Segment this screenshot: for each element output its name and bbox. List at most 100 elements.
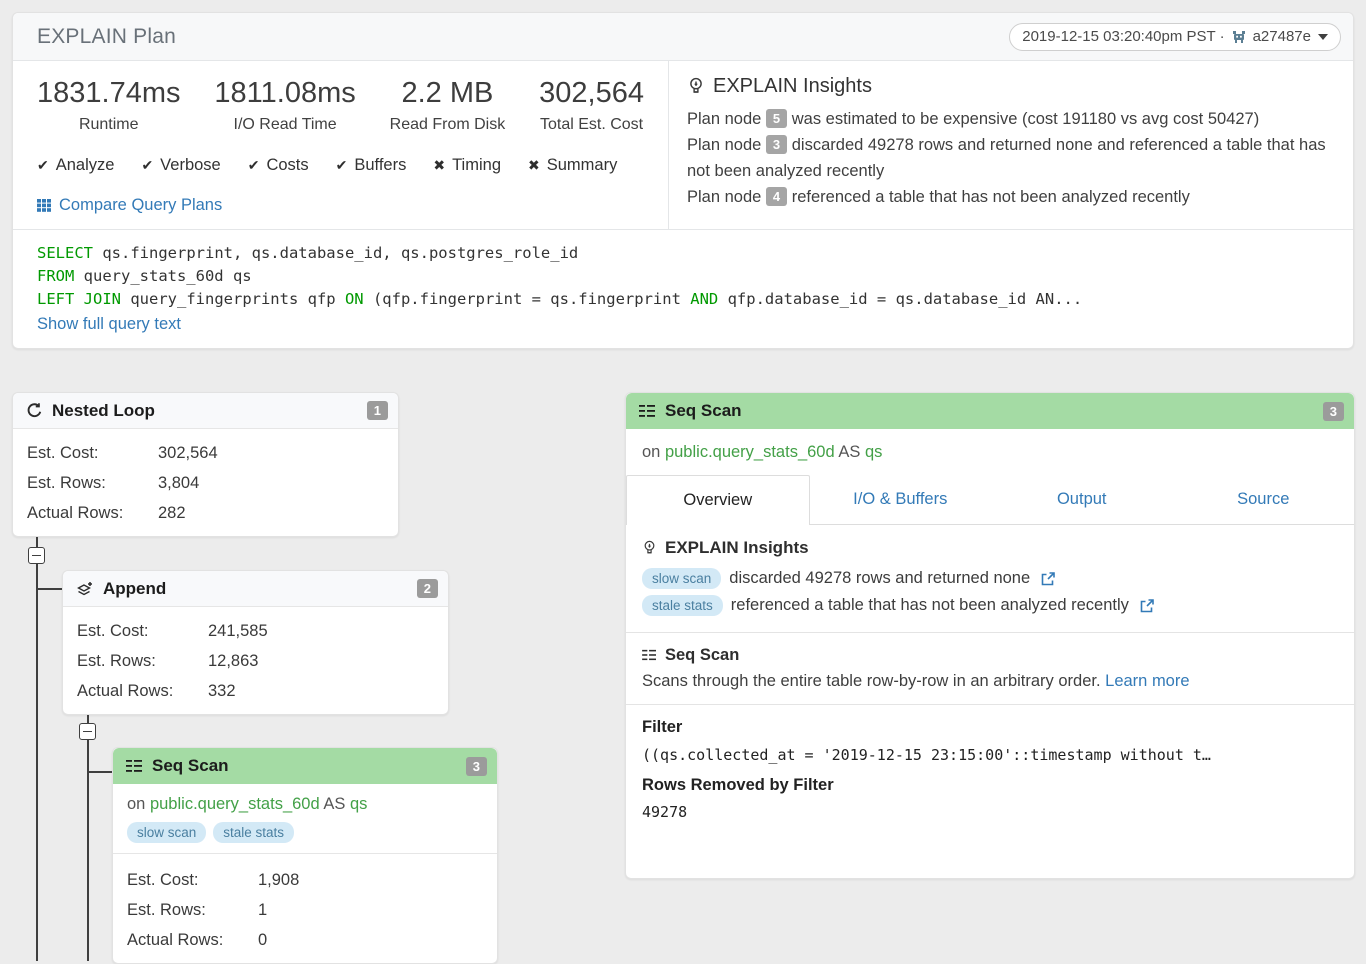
detail-insights-section: EXPLAIN Insights slow scan discarded 492… <box>626 525 1354 633</box>
node-ref-badge[interactable]: 3 <box>766 135 787 154</box>
tab-output[interactable]: Output <box>991 475 1173 524</box>
detail-insight-item: stale stats referenced a table that has … <box>642 592 1338 619</box>
stale-stats-badge: stale stats <box>213 822 294 843</box>
insight-item: Plan node 5 was estimated to be expensiv… <box>687 106 1337 132</box>
insight-item: Plan node 3 discarded 49278 rows and ret… <box>687 132 1337 184</box>
alias-link[interactable]: qs <box>865 443 882 461</box>
plan-node-append[interactable]: Append 2 Est. Cost:241,585 Est. Rows:12,… <box>62 570 449 715</box>
node-type-description: Scans through the entire table row-by-ro… <box>642 672 1338 691</box>
seq-scan-icon <box>639 404 656 419</box>
snapshot-selector[interactable]: 2019-12-15 03:20:40pm PST · a27487e <box>1009 23 1341 51</box>
stat-io-read-time: 1811.08ms I/O Read Time <box>214 77 355 134</box>
node-stat-row: Est. Cost:241,585 <box>77 616 434 646</box>
option-analyze: ✔Analyze <box>37 156 114 175</box>
cross-icon: ✖ <box>528 157 540 174</box>
slow-scan-badge: slow scan <box>642 568 721 589</box>
node-ref-badge[interactable]: 4 <box>766 187 787 206</box>
query-text-section: SELECT qs.fingerprint, qs.database_id, q… <box>13 229 1353 348</box>
plan-node-nested-loop[interactable]: Nested Loop 1 Est. Cost:302,564 Est. Row… <box>12 392 399 537</box>
filter-heading: Filter <box>642 718 1338 737</box>
option-timing: ✖Timing <box>433 156 501 175</box>
node-detail-panel: Seq Scan 3 on public.query_stats_60d AS … <box>625 392 1355 879</box>
plan-node-seq-scan[interactable]: Seq Scan 3 on public.query_stats_60d AS … <box>112 747 498 964</box>
explain-plan-card: EXPLAIN Plan 2019-12-15 03:20:40pm PST ·… <box>12 12 1354 349</box>
tab-overview[interactable]: Overview <box>626 475 810 525</box>
node-header: Nested Loop 1 <box>13 393 398 429</box>
lightbulb-icon <box>642 540 657 557</box>
lightbulb-icon <box>687 77 705 97</box>
check-icon: ✔ <box>37 157 49 174</box>
snapshot-timestamp: 2019-12-15 03:20:40pm PST · <box>1022 28 1224 45</box>
option-costs: ✔Costs <box>248 156 309 175</box>
table-grid-icon <box>37 198 52 213</box>
node-number-badge: 1 <box>367 401 388 420</box>
sql-line: FROM query_stats_60d qs <box>37 265 1329 288</box>
node-type-help-section: Seq Scan Scans through the entire table … <box>626 633 1354 705</box>
explain-options-row: ✔Analyze ✔Verbose ✔Costs ✔Buffers ✖Timin… <box>37 156 644 175</box>
summary-stats-panel: 1831.74ms Runtime 1811.08ms I/O Read Tim… <box>13 61 668 229</box>
node-stat-row: Est. Cost:1,908 <box>127 865 483 895</box>
option-buffers: ✔Buffers <box>336 156 407 175</box>
stat-total-est-cost: 302,564 Total Est. Cost <box>539 77 644 134</box>
collapse-node-button[interactable] <box>28 547 45 564</box>
option-verbose: ✔Verbose <box>141 156 220 175</box>
nested-loop-icon <box>26 402 43 419</box>
detail-header: Seq Scan 3 <box>626 393 1354 429</box>
show-full-query-link[interactable]: Show full query text <box>37 315 181 334</box>
append-icon <box>76 580 94 598</box>
sql-line: SELECT qs.fingerprint, qs.database_id, q… <box>37 242 1329 265</box>
node-stat-row: Actual Rows:282 <box>27 498 384 528</box>
node-header: Seq Scan 3 <box>113 748 497 784</box>
external-link-icon[interactable] <box>1139 598 1155 614</box>
node-stat-row: Est. Cost:302,564 <box>27 438 384 468</box>
tree-connector-vertical <box>36 525 38 961</box>
fingerprint-icon <box>1232 30 1246 44</box>
node-stat-row: Est. Rows:1 <box>127 895 483 925</box>
detail-tabs: Overview I/O & Buffers Output Source <box>626 475 1354 525</box>
insight-item: Plan node 4 referenced a table that has … <box>687 184 1337 210</box>
alias-link[interactable]: qs <box>350 795 367 813</box>
compare-query-plans-link[interactable]: Compare Query Plans <box>37 196 644 215</box>
node-number-badge: 3 <box>1323 402 1344 421</box>
check-icon: ✔ <box>336 157 348 174</box>
filter-expression: ((qs.collected_at = '2019-12-15 23:15:00… <box>642 746 1338 764</box>
detail-insights-heading: EXPLAIN Insights <box>642 538 1338 558</box>
fingerprint-hash: a27487e <box>1253 28 1311 45</box>
stats-row: 1831.74ms Runtime 1811.08ms I/O Read Tim… <box>37 77 644 134</box>
node-number-badge: 2 <box>417 579 438 598</box>
rows-removed-heading: Rows Removed by Filter <box>642 776 1338 795</box>
page-title: EXPLAIN Plan <box>37 25 176 49</box>
node-stat-row: Est. Rows:12,863 <box>77 646 434 676</box>
sql-line: LEFT JOIN query_fingerprints qfp ON (qfp… <box>37 288 1329 311</box>
node-table-line: on public.query_stats_60d AS qs <box>127 795 483 814</box>
slow-scan-badge: slow scan <box>127 822 206 843</box>
stale-stats-badge: stale stats <box>642 595 723 616</box>
seq-scan-icon <box>126 759 143 774</box>
check-icon: ✔ <box>141 157 153 174</box>
insights-heading: EXPLAIN Insights <box>687 75 1337 98</box>
check-icon: ✔ <box>248 157 260 174</box>
tree-connector-horizontal <box>87 771 112 773</box>
node-stat-row: Actual Rows:0 <box>127 925 483 955</box>
external-link-icon[interactable] <box>1040 571 1056 587</box>
explain-plan-title-bar: EXPLAIN Plan 2019-12-15 03:20:40pm PST ·… <box>13 13 1353 61</box>
tree-connector-horizontal <box>36 588 62 590</box>
node-ref-badge[interactable]: 5 <box>766 109 787 128</box>
table-link[interactable]: public.query_stats_60d <box>665 443 835 461</box>
tab-source[interactable]: Source <box>1173 475 1355 524</box>
node-type-heading: Seq Scan <box>642 646 1338 665</box>
seq-scan-icon <box>642 649 657 662</box>
table-link[interactable]: public.query_stats_60d <box>150 795 320 813</box>
tree-connector-vertical <box>87 703 89 961</box>
learn-more-link[interactable]: Learn more <box>1105 672 1189 690</box>
chevron-down-icon <box>1318 34 1328 40</box>
cross-icon: ✖ <box>433 157 445 174</box>
rows-removed-value: 49278 <box>642 803 1338 821</box>
collapse-node-button[interactable] <box>79 723 96 740</box>
tab-io-buffers[interactable]: I/O & Buffers <box>810 475 992 524</box>
filter-section: Filter ((qs.collected_at = '2019-12-15 2… <box>626 705 1354 834</box>
explain-insights-panel: EXPLAIN Insights Plan node 5 was estimat… <box>668 61 1353 229</box>
node-header: Append 2 <box>63 571 448 607</box>
detail-table-line: on public.query_stats_60d AS qs <box>626 429 1354 475</box>
option-summary: ✖Summary <box>528 156 617 175</box>
